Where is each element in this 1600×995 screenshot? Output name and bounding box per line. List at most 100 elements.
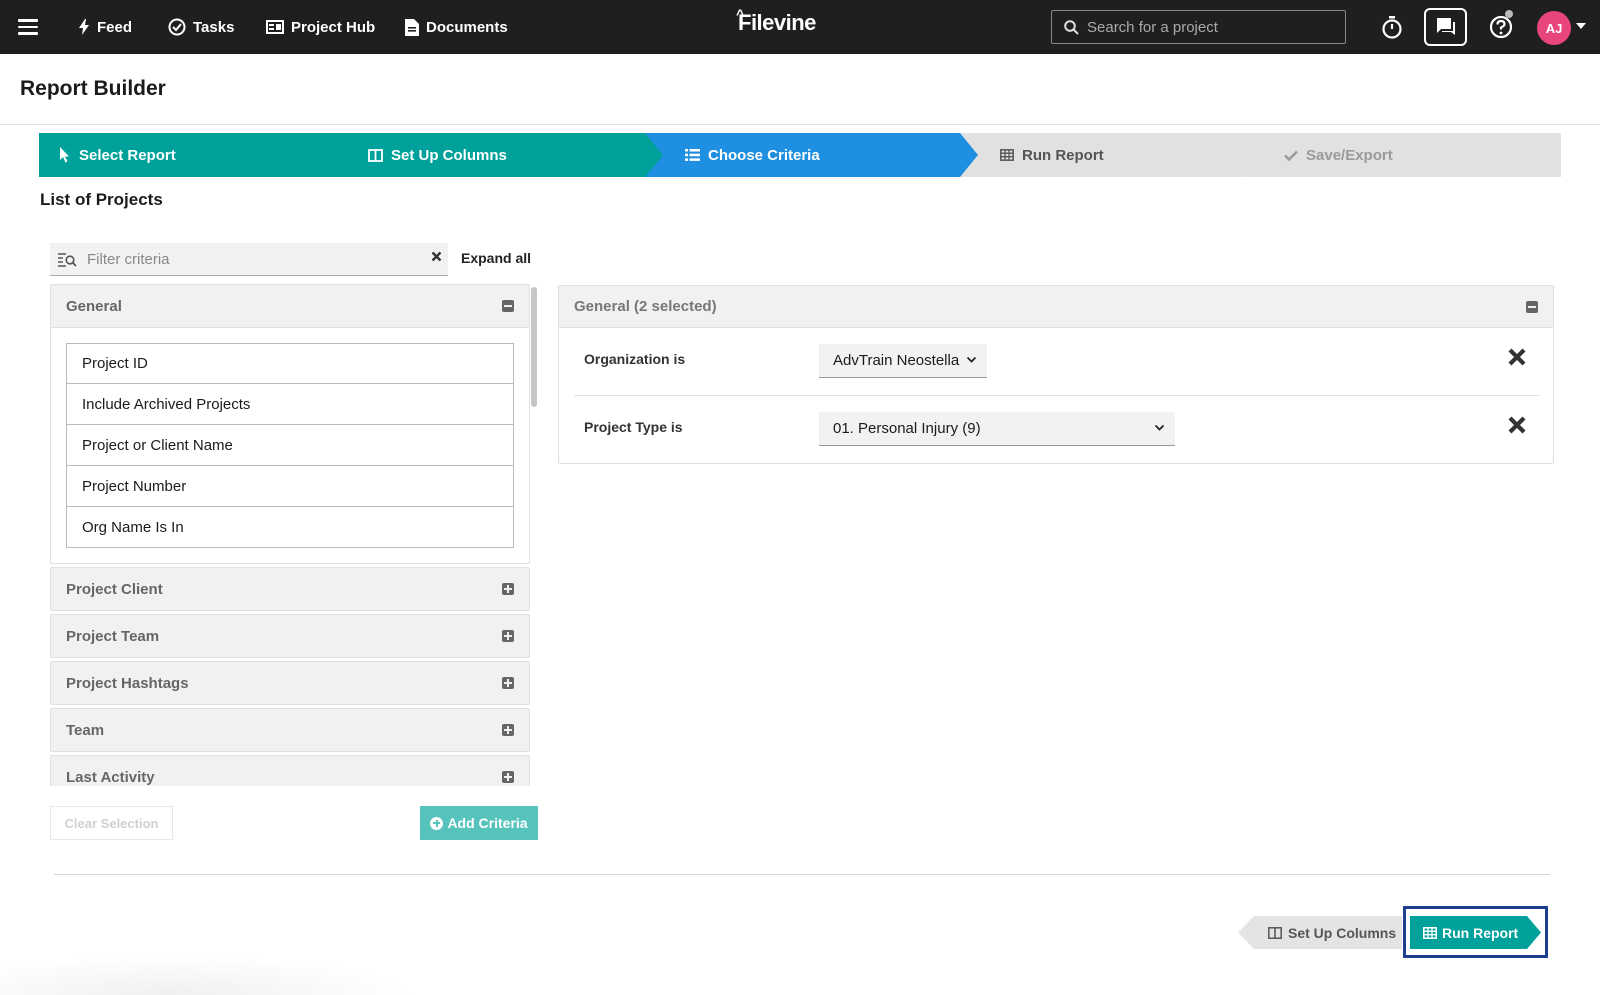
messages-button[interactable] [1424, 8, 1467, 46]
nav-tasks[interactable]: Tasks [168, 0, 234, 54]
back-set-up-columns-button[interactable]: Set Up Columns [1238, 916, 1402, 949]
chat-icon [1436, 18, 1455, 35]
nav-feed-label: Feed [97, 18, 133, 36]
filter-criteria[interactable] [50, 243, 448, 276]
step-select-report[interactable]: Select Report [39, 133, 349, 177]
step-choose-criteria[interactable]: Choose Criteria [645, 133, 979, 177]
filter-criteria-input[interactable] [87, 250, 417, 268]
columns-icon [1268, 926, 1282, 939]
selected-criteria-panel: General (2 selected) Organization is Adv… [558, 285, 1554, 464]
criteria-row-label: Project Type is [584, 419, 683, 435]
criteria-group-header[interactable]: General [51, 285, 529, 327]
criteria-list[interactable]: General Project ID Include Archived Proj… [50, 284, 530, 786]
project-type-select[interactable]: 01. Personal Injury (9) [819, 412, 1175, 446]
check-icon [1284, 150, 1298, 161]
remove-criteria-icon[interactable] [1507, 347, 1527, 367]
organization-select[interactable]: AdvTrain Neostella [819, 344, 987, 378]
criteria-group-header[interactable]: Project Team [51, 615, 529, 657]
nav-documents-label: Documents [426, 18, 508, 36]
nav-feed[interactable]: Feed [78, 0, 132, 54]
criteria-group-header[interactable]: Project Client [51, 568, 529, 610]
criteria-group-project-client[interactable]: Project Client [50, 567, 530, 611]
criteria-group-header[interactable]: Project Hashtags [51, 662, 529, 704]
nav-project-hub[interactable]: Project Hub [266, 0, 375, 54]
bolt-icon [79, 19, 89, 35]
criteria-group-label: General [66, 297, 122, 315]
notification-dot [1505, 10, 1513, 18]
clear-selection-button[interactable]: Clear Selection [50, 806, 173, 840]
step-label: Save/Export [1306, 146, 1393, 164]
collapse-icon[interactable] [1526, 301, 1538, 313]
remove-criteria-icon[interactable] [1507, 415, 1527, 435]
stopwatch-icon [1382, 16, 1402, 39]
logo-text: Filevine [738, 10, 816, 35]
selected-group-header[interactable]: General (2 selected) [559, 286, 1553, 328]
criteria-scrollbar[interactable] [531, 287, 537, 407]
step-run-report[interactable]: Run Report [960, 133, 1264, 177]
select-value: 01. Personal Injury (9) [833, 420, 981, 437]
criteria-group-body: Project ID Include Archived Projects Pro… [51, 327, 529, 563]
project-search[interactable] [1051, 10, 1346, 44]
back-button-label: Set Up Columns [1288, 924, 1397, 941]
help-button[interactable] [1483, 9, 1519, 45]
list-icon [685, 149, 700, 161]
selected-group-label: General (2 selected) [574, 298, 717, 315]
step-label: Choose Criteria [708, 146, 820, 164]
criteria-group-header[interactable]: Team [51, 709, 529, 751]
run-report-label: Run Report [1442, 924, 1519, 941]
expand-icon[interactable] [502, 771, 514, 783]
plus-circle-icon [430, 816, 444, 830]
nav-project-hub-label: Project Hub [291, 18, 376, 36]
collapse-icon[interactable] [502, 300, 514, 312]
criteria-item[interactable]: Project Number [66, 466, 514, 507]
table-icon [1423, 927, 1437, 939]
hamburger-menu-icon[interactable] [18, 19, 38, 35]
criteria-group-header[interactable]: Last Activity [51, 756, 529, 786]
criteria-group-last-activity[interactable]: Last Activity [50, 755, 530, 786]
expand-icon[interactable] [502, 724, 514, 736]
step-save-export[interactable]: Save/Export [1246, 133, 1561, 177]
criteria-item[interactable]: Org Name Is In [66, 507, 514, 548]
expand-all-link[interactable]: Expand all [461, 250, 531, 266]
timer-button[interactable] [1374, 9, 1410, 45]
table-icon [1000, 149, 1014, 161]
criteria-row-label: Organization is [584, 351, 686, 367]
criteria-item[interactable]: Project or Client Name [66, 425, 514, 466]
expand-icon[interactable] [502, 677, 514, 689]
logo-chevron-icon: ^ [736, 6, 744, 22]
step-set-up-columns[interactable]: Set Up Columns [330, 133, 664, 177]
report-stepper: Select Report Set Up Columns Choose Crit… [39, 133, 1561, 177]
chevron-down-icon [966, 356, 977, 363]
step-label: Select Report [79, 146, 176, 164]
clear-filter-icon[interactable] [431, 251, 442, 262]
nav-documents[interactable]: Documents [405, 0, 508, 54]
select-value: AdvTrain Neostella [833, 352, 960, 369]
help-icon [1489, 15, 1513, 39]
avatar-caret-icon[interactable] [1576, 23, 1586, 29]
user-avatar[interactable]: AJ [1537, 11, 1571, 45]
check-circle-icon [168, 18, 186, 36]
criteria-group-project-hashtags[interactable]: Project Hashtags [50, 661, 530, 705]
add-criteria-label: Add Criteria [447, 815, 528, 831]
criteria-group-project-team[interactable]: Project Team [50, 614, 530, 658]
filter-search-icon [58, 252, 77, 267]
criteria-row-organization: Organization is AdvTrain Neostella [574, 329, 1539, 396]
columns-icon [368, 149, 383, 162]
add-criteria-button[interactable]: Add Criteria [420, 806, 538, 840]
filevine-logo[interactable]: ^ Filevine [736, 6, 816, 36]
criteria-group-label: Project Client [66, 580, 163, 598]
expand-icon[interactable] [502, 583, 514, 595]
search-input[interactable] [1087, 18, 1327, 36]
criteria-group-label: Project Team [66, 627, 160, 645]
top-nav: Feed Tasks Project Hub Documents ^ Filev… [0, 0, 1600, 54]
footer-divider [54, 874, 1550, 875]
criteria-group-team[interactable]: Team [50, 708, 530, 752]
step-label: Set Up Columns [391, 146, 507, 164]
criteria-item[interactable]: Project ID [66, 343, 514, 384]
bottom-shadow [0, 955, 420, 995]
run-report-button[interactable]: Run Report [1410, 916, 1541, 949]
criteria-group-label: Team [66, 721, 105, 739]
criteria-item[interactable]: Include Archived Projects [66, 384, 514, 425]
expand-icon[interactable] [502, 630, 514, 642]
page-title: Report Builder [20, 77, 166, 100]
